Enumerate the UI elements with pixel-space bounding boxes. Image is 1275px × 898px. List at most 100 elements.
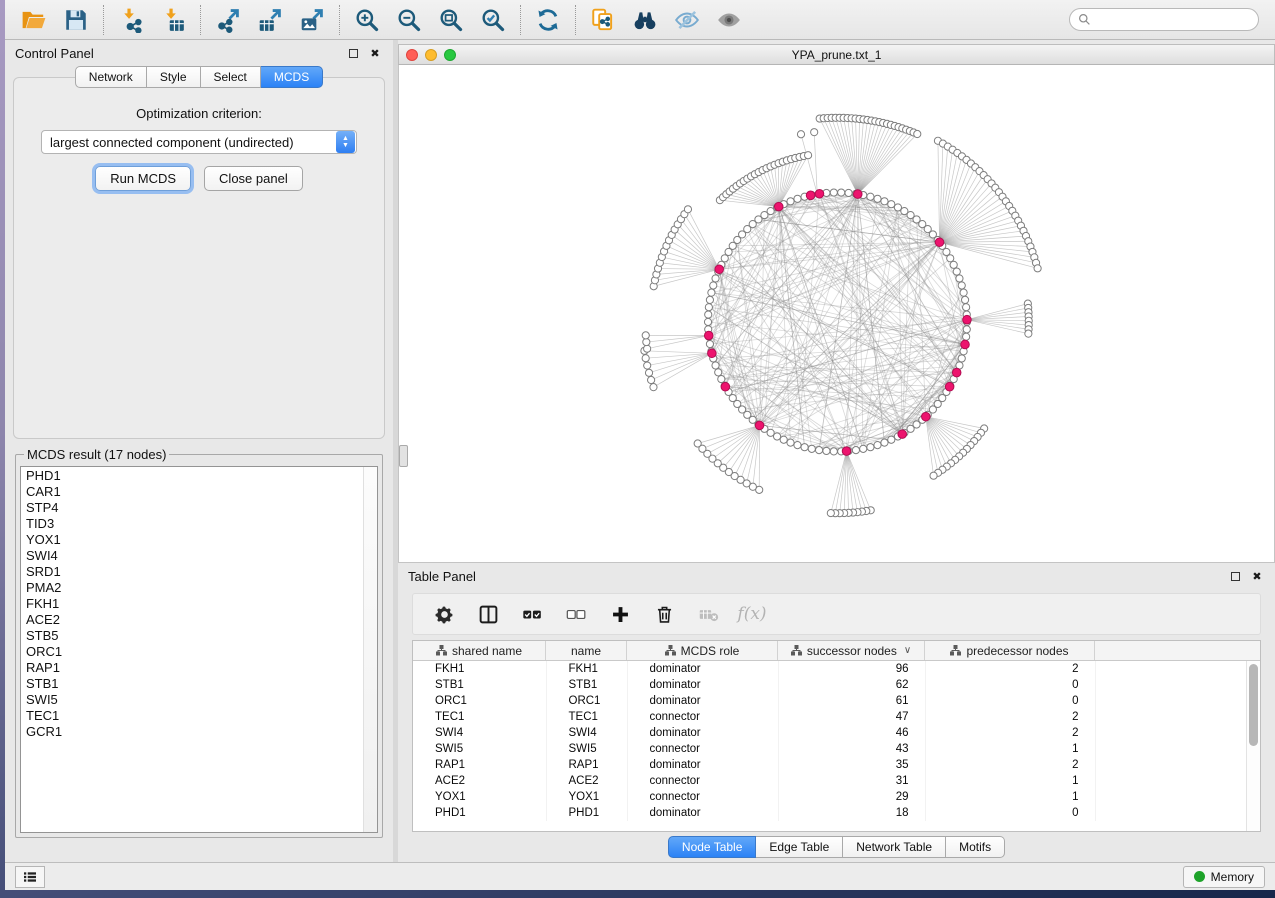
mcds-result-item[interactable]: RAP1 — [26, 660, 363, 676]
search-input[interactable] — [1096, 13, 1251, 27]
table-scrollbar[interactable] — [1246, 661, 1260, 831]
refresh-layout-button[interactable] — [527, 3, 569, 37]
table-scrollbar-thumb[interactable] — [1249, 664, 1258, 746]
tab-style[interactable]: Style — [147, 66, 201, 88]
deselect-all-rows-button[interactable] — [559, 598, 593, 630]
column-header-predecessor-nodes[interactable]: predecessor nodes — [925, 641, 1095, 660]
shared-attr-icon — [950, 645, 961, 656]
export-network-button[interactable] — [207, 3, 249, 37]
mcds-result-item[interactable]: CAR1 — [26, 484, 363, 500]
table-row[interactable]: RAP1RAP1dominator352 — [413, 757, 1260, 773]
window-zoom-button[interactable] — [444, 49, 456, 61]
add-column-button[interactable] — [603, 598, 637, 630]
memory-status-icon — [1194, 871, 1205, 882]
import-table-button[interactable] — [152, 3, 194, 37]
mcds-result-list: PHD1CAR1STP4TID3YOX1SWI4SRD1PMA2FKH1ACE2… — [21, 467, 363, 832]
mcds-result-item[interactable]: STB5 — [26, 628, 363, 644]
delete-column-button[interactable] — [647, 598, 681, 630]
task-history-button[interactable] — [15, 866, 45, 888]
hide-selected-button[interactable] — [666, 3, 708, 37]
network-view-canvas[interactable] — [398, 65, 1275, 563]
close-panel-button[interactable]: ✖ — [367, 45, 383, 61]
node-table: shared name name MCDS role successor nod… — [412, 640, 1261, 832]
panel-splitter-handle[interactable] — [399, 445, 408, 467]
show-columns-button[interactable] — [471, 598, 505, 630]
table-row[interactable]: YOX1YOX1connector291 — [413, 789, 1260, 805]
import-network-button[interactable] — [110, 3, 152, 37]
network-graph — [399, 65, 1274, 562]
clone-network-icon — [590, 7, 616, 33]
column-header-mcds-role[interactable]: MCDS role — [627, 641, 778, 660]
tab-motifs[interactable]: Motifs — [946, 836, 1005, 858]
zoom-fit-button[interactable] — [430, 3, 472, 37]
find-binoculars-button[interactable] — [624, 3, 666, 37]
mcds-result-item[interactable]: ORC1 — [26, 644, 363, 660]
close-table-panel-button[interactable]: ✖ — [1249, 568, 1265, 584]
tab-mcds[interactable]: MCDS — [261, 66, 323, 88]
tab-edge-table[interactable]: Edge Table — [756, 836, 843, 858]
mcds-result-item[interactable]: SWI5 — [26, 692, 363, 708]
table-row[interactable]: STB1STB1dominator620 — [413, 677, 1260, 693]
column-header-name[interactable]: name — [546, 641, 627, 660]
mcds-result-item[interactable]: SWI4 — [26, 548, 363, 564]
delete-table-button[interactable] — [691, 598, 725, 630]
tab-network[interactable]: Network — [75, 66, 147, 88]
plus-icon — [610, 604, 631, 625]
deselect-all-icon — [566, 604, 587, 625]
table-row[interactable]: ACE2ACE2connector311 — [413, 773, 1260, 789]
table-row[interactable]: SWI5SWI5connector431 — [413, 741, 1260, 757]
clone-network-button[interactable] — [582, 3, 624, 37]
mcds-result-item[interactable]: STB1 — [26, 676, 363, 692]
save-session-button[interactable] — [55, 3, 97, 37]
export-image-button[interactable] — [291, 3, 333, 37]
run-mcds-button[interactable]: Run MCDS — [95, 166, 191, 191]
export-network-icon — [215, 7, 241, 33]
zoom-fit-icon — [438, 7, 464, 33]
window-minimize-button[interactable] — [425, 49, 437, 61]
zoom-selected-button[interactable] — [472, 3, 514, 37]
mcds-result-item[interactable]: GCR1 — [26, 724, 363, 740]
table-row[interactable]: TEC1TEC1connector472 — [413, 709, 1260, 725]
table-row[interactable]: ORC1ORC1dominator610 — [413, 693, 1260, 709]
tab-network-table[interactable]: Network Table — [843, 836, 946, 858]
table-row[interactable]: PHD1PHD1dominator180 — [413, 805, 1260, 821]
tab-select[interactable]: Select — [201, 66, 261, 88]
close-mcds-button[interactable]: Close panel — [204, 166, 303, 191]
mcds-result-item[interactable]: YOX1 — [26, 532, 363, 548]
tab-node-table[interactable]: Node Table — [668, 836, 757, 858]
select-all-rows-button[interactable] — [515, 598, 549, 630]
mcds-result-scrollbar[interactable] — [363, 467, 377, 832]
mcds-result-item[interactable]: TEC1 — [26, 708, 363, 724]
find-binoculars-icon — [632, 7, 658, 33]
export-table-button[interactable] — [249, 3, 291, 37]
table-row[interactable]: FKH1FKH1dominator962 — [413, 661, 1260, 677]
main-toolbar — [5, 0, 1275, 40]
memory-button[interactable]: Memory — [1183, 866, 1265, 888]
mcds-result-item[interactable]: SRD1 — [26, 564, 363, 580]
float-panel-button[interactable] — [345, 45, 361, 61]
column-header-shared-name[interactable]: shared name — [413, 641, 546, 660]
table-row[interactable]: SWI4SWI4dominator462 — [413, 725, 1260, 741]
table-settings-button[interactable] — [427, 598, 461, 630]
search-field[interactable] — [1069, 8, 1259, 31]
mcds-result-item[interactable]: ACE2 — [26, 612, 363, 628]
mcds-result-item[interactable]: TID3 — [26, 516, 363, 532]
float-icon — [1231, 572, 1240, 581]
mcds-result-item[interactable]: FKH1 — [26, 596, 363, 612]
network-window-titlebar[interactable]: YPA_prune.txt_1 — [398, 44, 1275, 65]
mcds-result-item[interactable]: STP4 — [26, 500, 363, 516]
zoom-out-button[interactable] — [388, 3, 430, 37]
zoom-in-button[interactable] — [346, 3, 388, 37]
mcds-result-item[interactable]: PHD1 — [26, 468, 363, 484]
criterion-value: largest connected component (undirected) — [42, 135, 336, 150]
open-file-button[interactable] — [13, 3, 55, 37]
window-close-button[interactable] — [406, 49, 418, 61]
show-all-button[interactable] — [708, 3, 750, 37]
function-builder-button[interactable]: f(x) — [735, 598, 769, 630]
criterion-dropdown[interactable]: largest connected component (undirected)… — [41, 130, 357, 154]
column-header-successor-nodes[interactable]: successor nodes∨ — [778, 641, 925, 660]
close-icon: ✖ — [1252, 570, 1261, 583]
float-table-panel-button[interactable] — [1227, 568, 1243, 584]
dropdown-stepper-icon: ▲▼ — [336, 131, 355, 153]
mcds-result-item[interactable]: PMA2 — [26, 580, 363, 596]
